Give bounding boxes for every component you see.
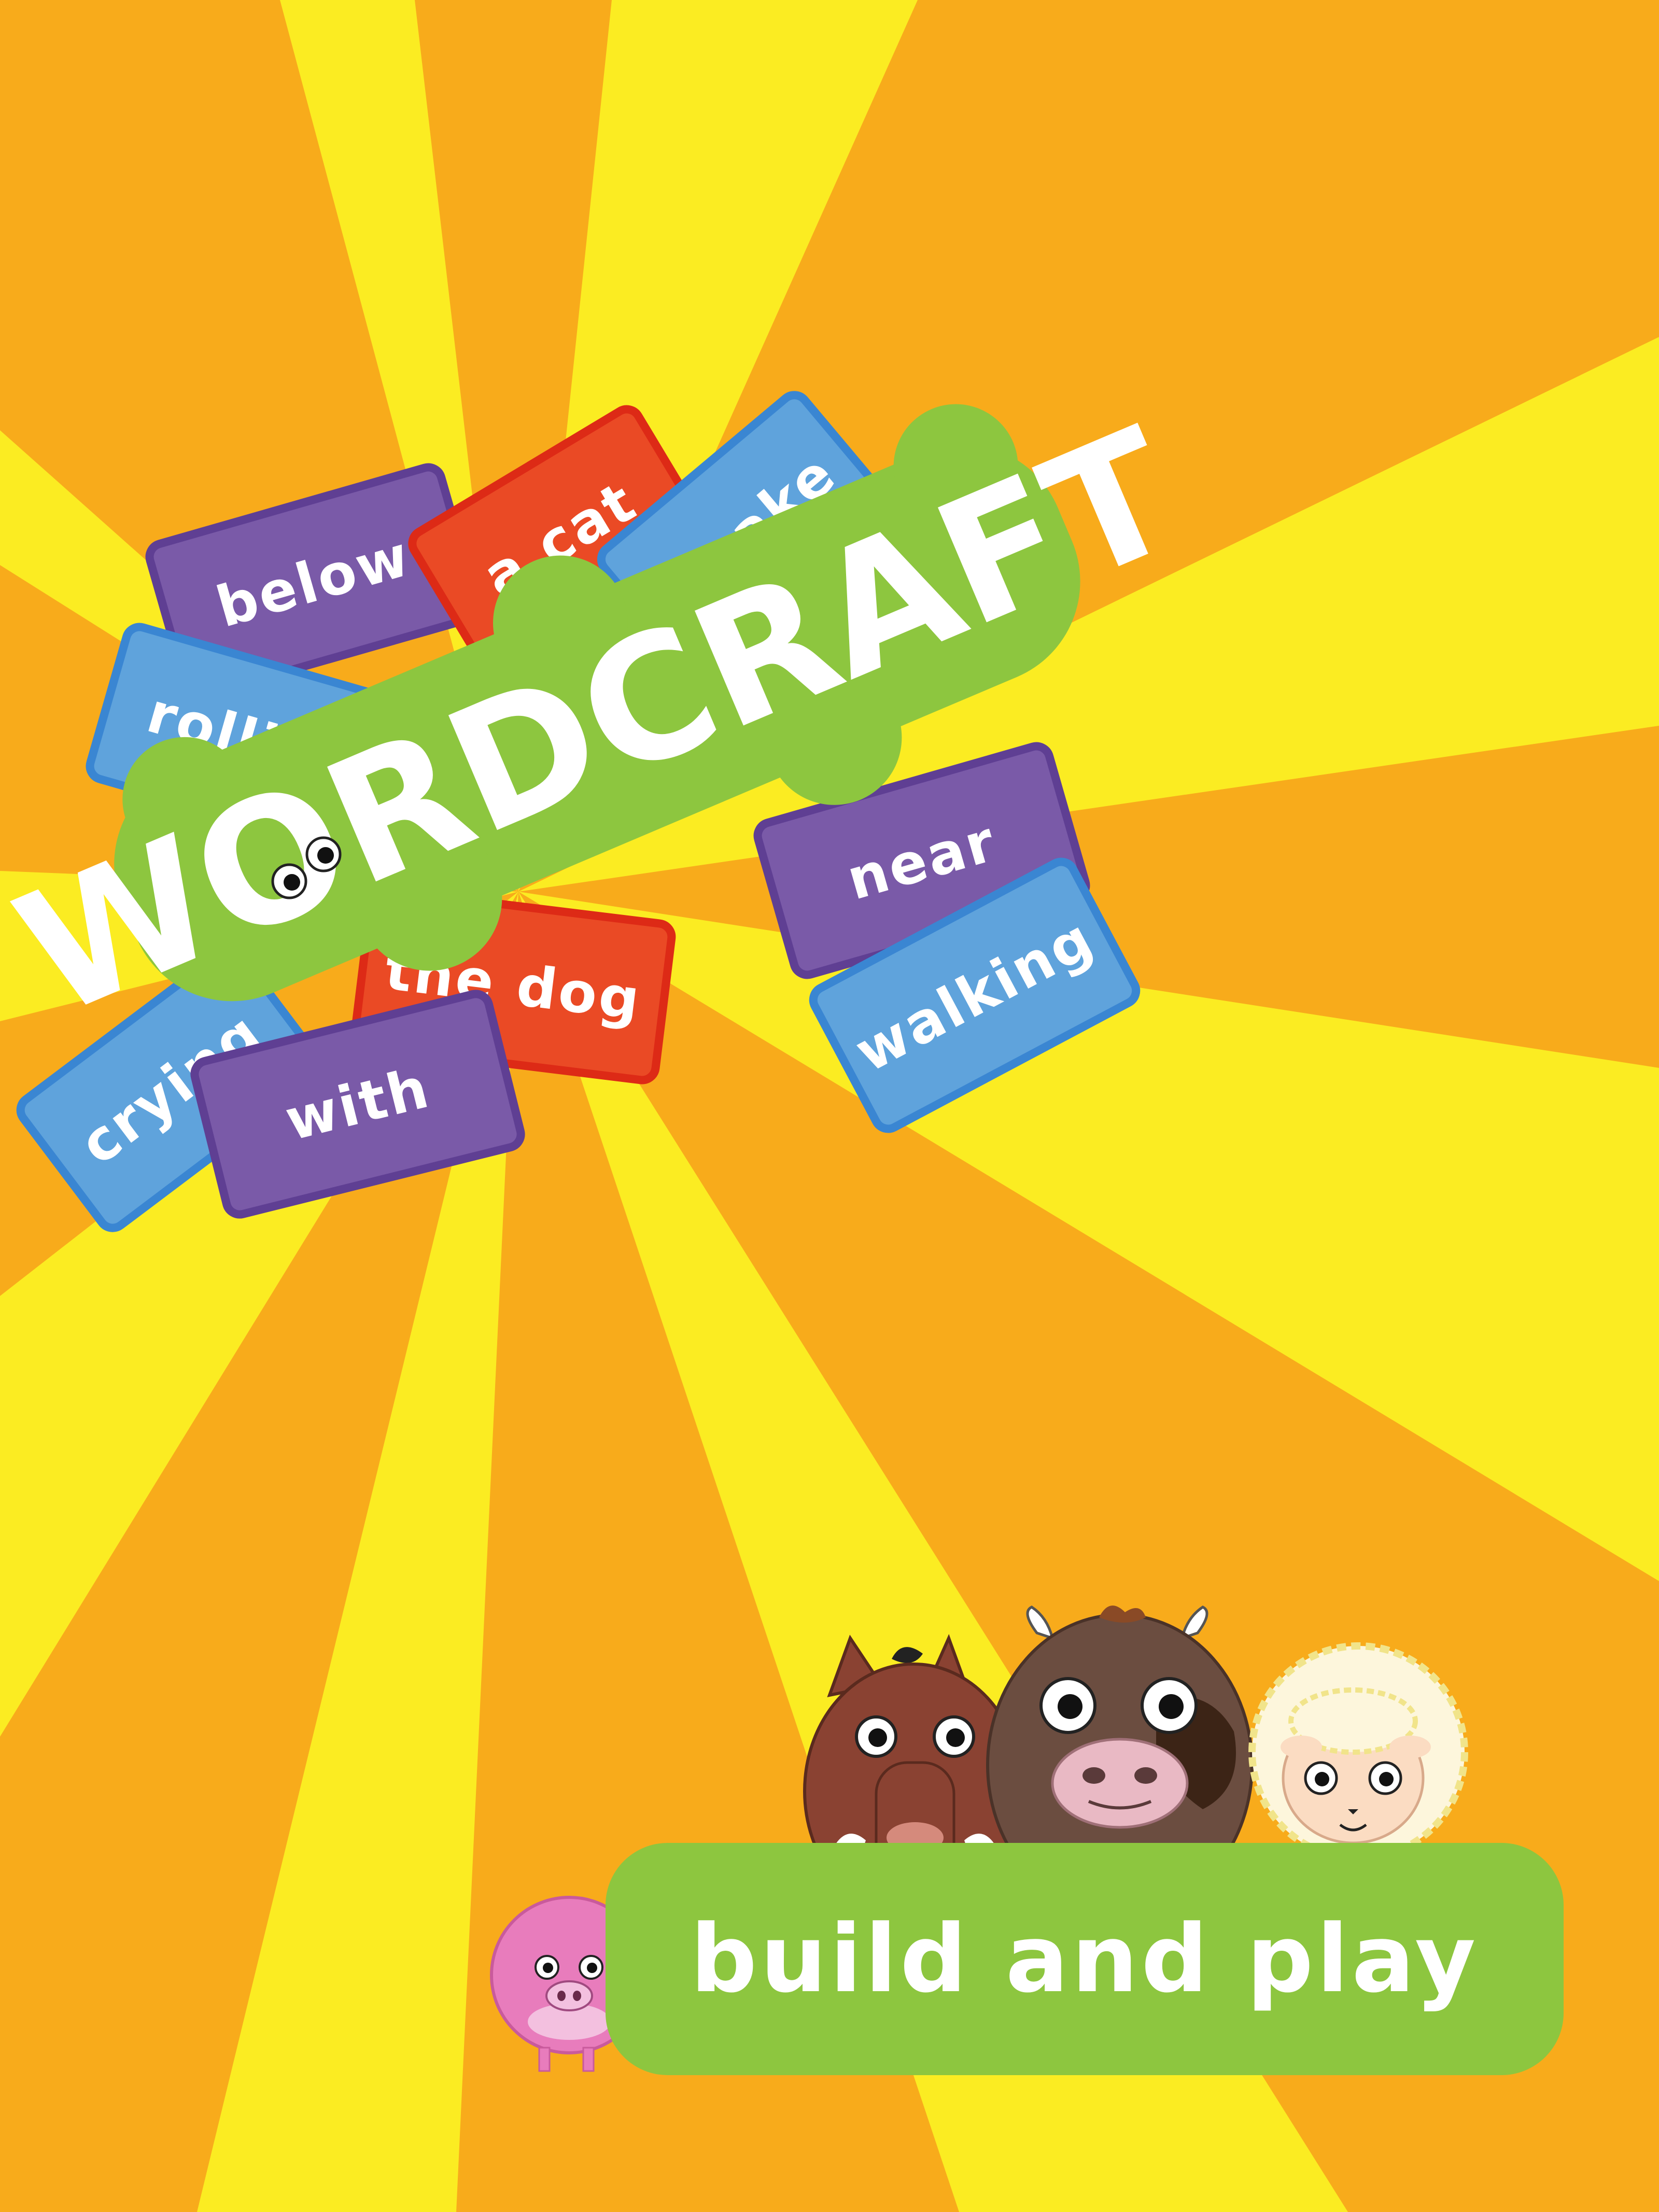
build-and-play-label: build and play: [690, 1905, 1479, 2013]
sheep-icon: [1248, 1642, 1468, 1862]
build-and-play-button[interactable]: build and play: [606, 1843, 1564, 2075]
